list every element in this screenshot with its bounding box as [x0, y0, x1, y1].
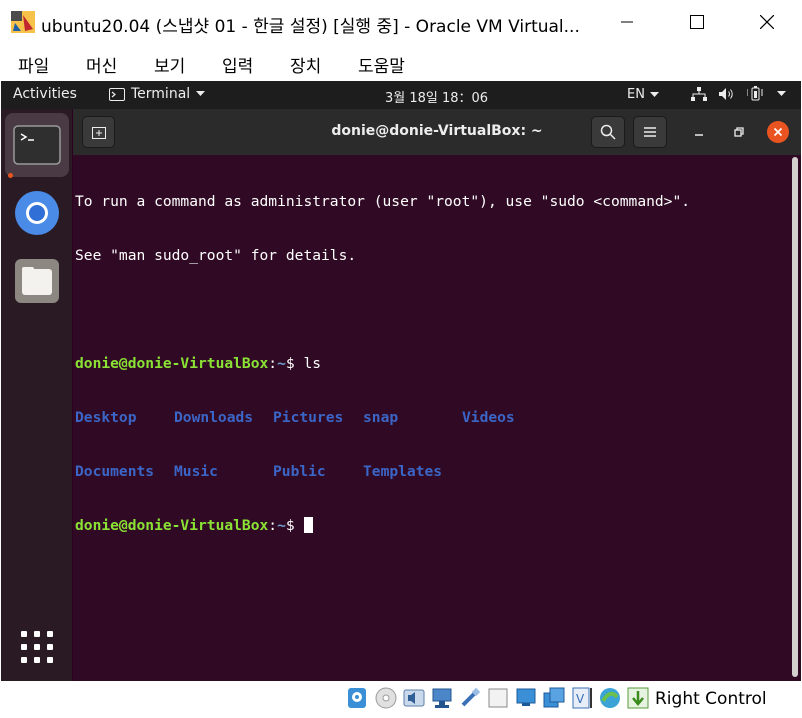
terminal-prompt-line[interactable]: donie@donie-VirtualBox:~$: [75, 517, 791, 535]
files-icon: [15, 259, 59, 303]
new-tab-button[interactable]: [82, 116, 115, 148]
virtualbox-app-icon: [11, 11, 35, 33]
directory-entry: Public: [273, 463, 326, 480]
restore-icon: [734, 127, 744, 137]
volume-icon: [719, 87, 733, 100]
dropdown-arrow-icon: [777, 90, 786, 96]
terminal-icon: [13, 125, 61, 165]
battery-icon: [747, 86, 763, 101]
terminal-headerbar[interactable]: donie@donie-VirtualBox: ~: [73, 109, 801, 155]
hard-disk-icon[interactable]: [346, 687, 368, 709]
display-icon[interactable]: [515, 687, 537, 709]
terminal-output[interactable]: To run a command as administrator (user …: [75, 157, 791, 677]
terminal-small-icon: [109, 87, 125, 101]
vrde-icon[interactable]: V: [571, 687, 593, 709]
prompt-user: donie@donie-VirtualBox: [75, 355, 269, 372]
terminal-close-button[interactable]: [767, 121, 789, 143]
vm-menubar: 파일 머신 보기 입력 장치 도움말: [0, 44, 802, 81]
terminal-menu-button[interactable]: [633, 116, 667, 148]
menu-file[interactable]: 파일: [18, 52, 49, 77]
menu-machine[interactable]: 머신: [86, 52, 117, 77]
terminal-line: See "man sudo_root" for details.: [75, 247, 357, 264]
vm-statusbar: V Right Control: [0, 681, 802, 718]
ls-output-row: Documents Music Public Templates: [75, 463, 791, 481]
minimize-icon: [695, 134, 703, 136]
prompt-colon: :: [268, 355, 278, 372]
terminal-maximize-button[interactable]: [728, 121, 750, 143]
input-language-indicator[interactable]: EN: [627, 87, 659, 102]
dock-item-terminal[interactable]: [5, 113, 69, 178]
host-key-label[interactable]: Right Control: [655, 689, 767, 709]
directory-entry: Music: [174, 463, 218, 480]
directory-entry: Videos: [462, 409, 515, 426]
maximize-button[interactable]: [662, 0, 732, 44]
dropdown-arrow-icon: [196, 91, 206, 96]
prompt-path: ~: [277, 355, 286, 372]
terminal-search-button[interactable]: [591, 116, 625, 148]
prompt-symbol: $: [285, 517, 304, 534]
app-menu[interactable]: Terminal: [109, 86, 206, 102]
minimize-icon: [621, 21, 633, 23]
command-text: ls: [303, 355, 322, 372]
svg-text:V: V: [576, 692, 585, 706]
terminal-window[interactable]: donie@donie-VirtualBox: ~ To run a comma…: [73, 109, 801, 681]
prompt-colon: :: [268, 517, 278, 534]
terminal-command-line: donie@donie-VirtualBox:~$ ls: [75, 355, 791, 373]
menu-devices[interactable]: 장치: [290, 52, 321, 77]
dropdown-arrow-icon: [649, 91, 659, 97]
app-menu-label: Terminal: [131, 86, 191, 102]
usb-icon[interactable]: [459, 687, 481, 709]
gnome-top-bar: Activities Terminal 3월 18일 18：06 EN: [1, 81, 801, 109]
activities-button[interactable]: Activities: [13, 86, 77, 102]
directory-entry: snap: [363, 409, 399, 426]
text-cursor: [304, 517, 314, 533]
hamburger-menu-icon: [644, 127, 656, 137]
close-icon: [760, 15, 774, 29]
optical-drive-icon[interactable]: [375, 687, 397, 709]
maximize-icon: [690, 15, 704, 29]
prompt-symbol: $: [285, 355, 304, 372]
ls-output-row: Desktop Downloads Pictures snap Videos: [75, 409, 791, 427]
directory-entry: Documents: [75, 463, 155, 480]
clock[interactable]: 3월 18일 18：06: [385, 87, 488, 106]
chromium-icon: [15, 191, 59, 235]
cpu-icon[interactable]: [599, 687, 621, 709]
new-tab-icon: [91, 127, 106, 139]
directory-entry: Pictures: [273, 409, 344, 426]
prompt-user: donie@donie-VirtualBox: [75, 517, 269, 534]
shared-folders-icon[interactable]: [487, 687, 509, 709]
mouse-integration-icon[interactable]: [627, 687, 649, 709]
audio-icon[interactable]: [403, 687, 425, 709]
vm-display[interactable]: Activities Terminal 3월 18일 18：06 EN doni…: [1, 81, 801, 681]
recording-icon[interactable]: [543, 687, 565, 709]
terminal-line: To run a command as administrator (user …: [75, 193, 691, 210]
directory-entry: Templates: [363, 463, 443, 480]
directory-entry: Downloads: [174, 409, 254, 426]
menu-help[interactable]: 도움말: [358, 52, 405, 77]
search-icon: [600, 124, 616, 140]
minimize-button[interactable]: [592, 0, 662, 44]
show-applications-icon[interactable]: [21, 631, 53, 663]
system-menu[interactable]: [691, 86, 786, 101]
terminal-scrollbar[interactable]: [792, 157, 798, 677]
dock-item-chromium[interactable]: [5, 181, 69, 245]
running-indicator: [8, 173, 13, 178]
menu-input[interactable]: 입력: [222, 52, 253, 77]
prompt-path: ~: [277, 517, 286, 534]
terminal-minimize-button[interactable]: [688, 121, 710, 143]
close-icon: [773, 127, 783, 137]
network-icon[interactable]: [431, 687, 453, 709]
window-title: ubuntu20.04 (스냅샷 01 - 한글 설정) [실행 중] - Or…: [41, 17, 580, 37]
host-window-titlebar[interactable]: ubuntu20.04 (스냅샷 01 - 한글 설정) [실행 중] - Or…: [0, 0, 802, 44]
input-language-label: EN: [627, 87, 645, 102]
directory-entry: Desktop: [75, 409, 137, 426]
dock-item-files[interactable]: [5, 249, 69, 313]
menu-view[interactable]: 보기: [154, 52, 185, 77]
close-button[interactable]: [732, 0, 802, 44]
dock: [1, 109, 72, 681]
network-wired-icon: [691, 86, 707, 101]
